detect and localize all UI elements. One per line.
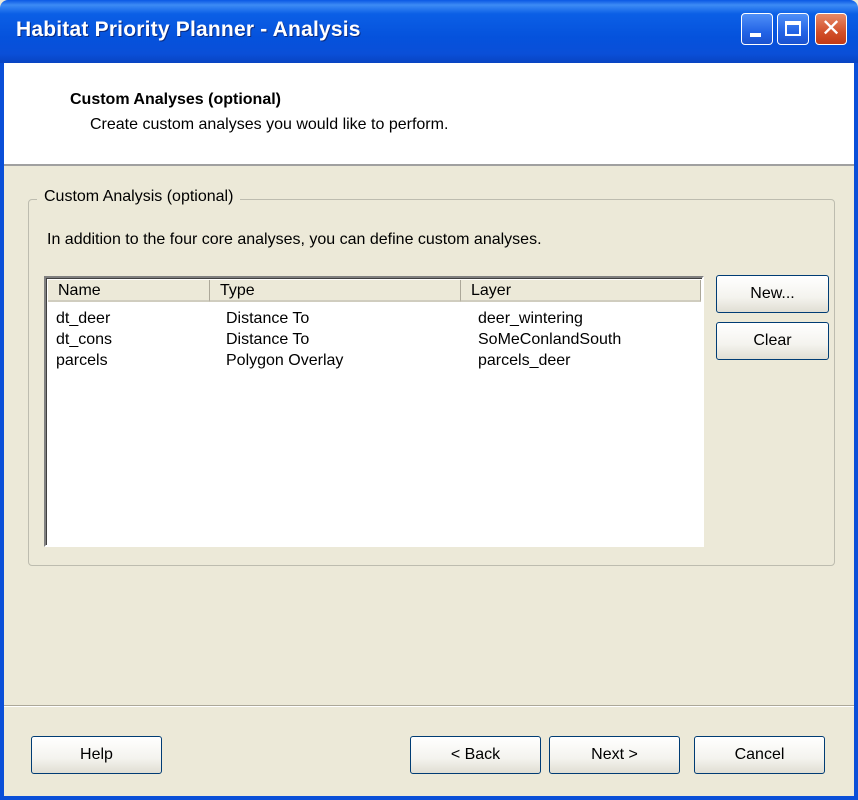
column-header-type[interactable]: Type: [210, 280, 461, 302]
back-button[interactable]: < Back: [410, 736, 541, 774]
window-border-bottom: [0, 796, 858, 800]
minimize-button[interactable]: [741, 13, 773, 45]
window-border-right: [854, 63, 858, 800]
minimize-icon: [750, 33, 761, 37]
help-button[interactable]: Help: [31, 736, 162, 774]
new-button[interactable]: New...: [716, 275, 829, 313]
list-item[interactable]: parcels Polygon Overlay parcels_deer: [48, 350, 700, 371]
cell-type: Distance To: [226, 310, 310, 327]
title-bar[interactable]: Habitat Priority Planner - Analysis ✕: [0, 0, 858, 63]
window-title: Habitat Priority Planner - Analysis: [16, 18, 361, 41]
cell-layer: parcels_deer: [478, 352, 571, 369]
footer-divider: [4, 705, 854, 707]
custom-analysis-list[interactable]: Name Type Layer dt_deer Distance To deer…: [44, 276, 704, 547]
cell-layer: SoMeConlandSouth: [478, 331, 622, 348]
maximize-button[interactable]: [777, 13, 809, 45]
column-header-layer[interactable]: Layer: [461, 280, 701, 302]
cancel-button[interactable]: Cancel: [694, 736, 825, 774]
clear-button[interactable]: Clear: [716, 322, 829, 360]
cell-name: parcels: [56, 352, 108, 369]
column-header-name[interactable]: Name: [48, 280, 210, 302]
page-title: Custom Analyses (optional): [70, 91, 281, 108]
close-button[interactable]: ✕: [815, 13, 847, 45]
page-subtitle: Create custom analyses you would like to…: [90, 116, 449, 133]
wizard-header: Custom Analyses (optional) Create custom…: [4, 63, 854, 166]
list-item[interactable]: dt_deer Distance To deer_wintering: [48, 308, 700, 329]
window-border-left: [0, 63, 4, 800]
next-button[interactable]: Next >: [549, 736, 680, 774]
analysis-window: Habitat Priority Planner - Analysis ✕ Cu…: [0, 0, 858, 800]
list-header: Name Type Layer: [48, 280, 702, 302]
maximize-icon: [785, 21, 801, 36]
cell-layer: deer_wintering: [478, 310, 583, 327]
cell-type: Polygon Overlay: [226, 352, 344, 369]
cell-name: dt_cons: [56, 331, 113, 348]
cell-type: Distance To: [226, 331, 310, 348]
cell-name: dt_deer: [56, 310, 111, 327]
list-item[interactable]: dt_cons Distance To SoMeConlandSouth: [48, 329, 700, 350]
close-icon: ✕: [820, 14, 842, 42]
group-description: In addition to the four core analyses, y…: [47, 231, 542, 248]
group-legend: Custom Analysis (optional): [37, 188, 241, 206]
